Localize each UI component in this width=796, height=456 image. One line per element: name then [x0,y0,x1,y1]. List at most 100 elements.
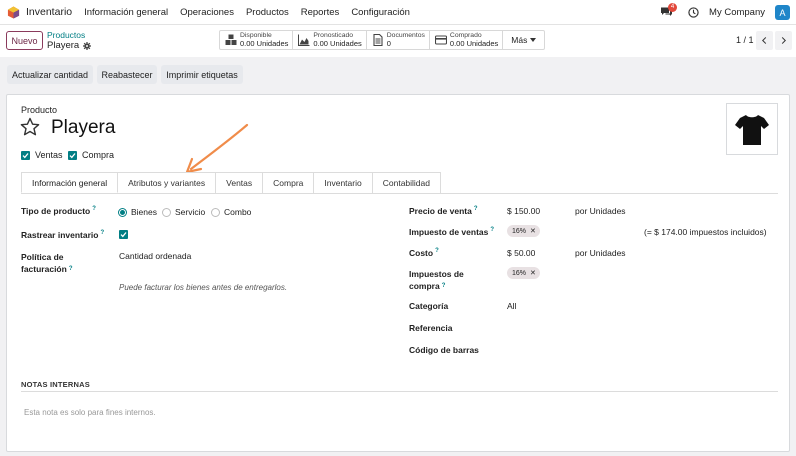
help-tooltip-icon[interactable]: ? [100,230,104,236]
stat-pronosticado[interactable]: Pronosticado 0.00 Unidades [293,31,367,49]
category-field[interactable]: All [507,301,516,311]
invoice-policy-label: Política de facturación? [21,252,73,274]
tab-ventas[interactable]: Ventas [216,172,264,193]
radio-selected-icon [118,207,127,217]
activity-clock-icon[interactable] [688,7,699,18]
new-button[interactable]: Nuevo [6,31,43,50]
checkbox-checked-icon [68,150,77,160]
menu-informacion-general[interactable]: Información general [84,7,168,18]
invoice-policy-field[interactable]: Cantidad ordenada [119,251,191,261]
internal-notes-editor[interactable]: Esta nota es solo para fines internos. [24,408,156,417]
radio-unselected-icon [162,207,171,217]
radio-combo-label: Combo [224,207,252,217]
cost-field[interactable]: $ 50.00 [507,248,535,258]
messages-button[interactable]: 4 [660,2,678,20]
remove-tag-icon[interactable]: ✕ [530,269,536,277]
help-tooltip-icon[interactable]: ? [69,266,73,272]
remove-tag-icon[interactable]: ✕ [530,227,536,235]
cost-label: Costo? [409,248,439,258]
chevron-left-icon [762,37,767,44]
menu-operaciones[interactable]: Operaciones [180,7,234,18]
help-tooltip-icon[interactable]: ? [474,206,478,212]
tab-inventario[interactable]: Inventario [314,172,373,193]
sale-price-field[interactable]: $ 150.00 [507,206,540,216]
more-label: Más [511,35,528,45]
invoice-policy-help: Puede facturar los bienes antes de entre… [119,283,288,292]
gear-icon[interactable] [83,41,92,50]
purchase-tax-label: Impuestos de compra? [409,269,464,291]
sale-ok-label: Ventas [35,150,63,160]
cost-uom: por Unidades [575,248,626,258]
category-label: Categoría [409,301,449,311]
menu-reportes[interactable]: Reportes [301,7,340,18]
pager-next-button[interactable] [775,31,792,50]
pager-previous-button[interactable] [756,31,773,50]
update-quantity-button[interactable]: Actualizar cantidad [7,65,93,84]
radio-bienes-label: Bienes [131,207,157,217]
sales-tax-tag[interactable]: 16% ✕ [507,225,540,237]
radio-bienes[interactable]: Bienes [118,207,157,217]
print-labels-button[interactable]: Imprimir etiquetas [161,65,243,84]
tab-atributos-variantes[interactable]: Atributos y variantes [118,172,217,193]
menu-configuracion[interactable]: Configuración [351,7,410,18]
purchase-tax-tag-label: 16% [512,269,527,277]
purchase-ok-checkbox[interactable]: Compra [68,150,114,160]
stat-value: 0.00 Unidades [313,39,362,48]
sales-tax-included-note: (= $ 174.00 impuestos incluidos) [644,227,767,237]
messages-badge: 4 [668,2,678,12]
tab-informacion-general[interactable]: Información general [21,172,119,193]
reference-input[interactable] [507,321,767,333]
tshirt-image [735,115,769,145]
area-chart-icon [298,34,310,46]
star-favorite-icon[interactable] [20,117,40,137]
stat-value: 0.00 Unidades [240,39,289,48]
radio-servicio-label: Servicio [175,207,206,217]
sales-tax-tag-label: 16% [512,227,527,235]
stat-value: 0.00 Unidades [449,39,499,48]
sale-price-uom: por Unidades [575,206,626,216]
stat-value: 0 [386,39,391,48]
help-tooltip-icon[interactable]: ? [490,227,494,233]
breadcrumb-current-label: Playera [47,40,80,51]
tabs-divider [21,193,778,194]
company-switcher[interactable]: My Company [709,7,765,18]
radio-combo[interactable]: Combo [211,207,251,217]
tab-compra[interactable]: Compra [263,172,315,193]
checkbox-checked-icon [21,150,30,160]
replenish-button[interactable]: Reabastecer [97,65,157,84]
product-name[interactable]: Playera [51,117,115,139]
top-navbar: Inventario Información general Operacion… [0,0,796,25]
sale-ok-checkbox[interactable]: Ventas [21,150,63,160]
menu-productos[interactable]: Productos [246,7,289,18]
pager-value[interactable]: 1 / 1 [736,35,754,45]
help-tooltip-icon[interactable]: ? [92,206,96,212]
stat-disponible[interactable]: Disponible 0.00 Unidades [220,31,294,49]
breadcrumb-productos[interactable]: Productos [47,30,85,40]
tab-contabilidad[interactable]: Contabilidad [372,172,441,193]
internal-notes-title: NOTAS INTERNAS [21,380,90,389]
help-tooltip-icon[interactable]: ? [435,248,439,254]
stat-label: Documentos [386,32,425,39]
annotation-arrow-icon [185,123,249,174]
more-dropdown[interactable]: Más [503,31,544,49]
barcode-input[interactable] [507,343,767,355]
caret-down-icon [530,38,537,42]
purchase-ok-label: Compra [82,150,115,160]
smart-buttons: Disponible 0.00 Unidades Pronosticado 0.… [219,30,546,50]
stat-comprado[interactable]: Comprado 0.00 Unidades [430,31,504,49]
track-inventory-checkbox[interactable] [119,230,128,239]
help-tooltip-icon[interactable]: ? [442,283,446,289]
app-name[interactable]: Inventario [26,6,72,18]
sale-price-label: Precio de venta? [409,206,478,216]
user-avatar[interactable]: A [775,5,790,20]
sales-tax-label: Impuesto de ventas? [409,227,495,237]
purchase-tax-tag[interactable]: 16% ✕ [507,267,540,279]
control-panel: Nuevo Productos Playera Disponible 0.00 … [0,25,796,57]
checkbox-checked-icon [120,232,127,238]
product-image[interactable] [726,103,778,155]
product-label: Producto [21,105,58,115]
product-form-sheet: Producto Playera Ventas Compra Informaci… [6,94,790,452]
stat-documentos[interactable]: Documentos 0 [367,31,430,49]
radio-servicio[interactable]: Servicio [162,207,205,217]
inventory-app-logo-icon[interactable] [7,5,20,19]
